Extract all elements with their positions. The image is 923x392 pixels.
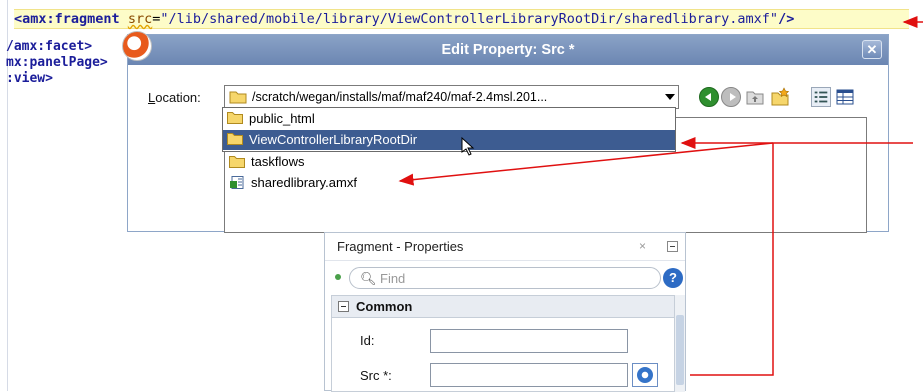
annotation-arrow (398, 142, 774, 186)
annotation-arrows (398, 16, 923, 376)
annotation-connector (690, 143, 774, 376)
